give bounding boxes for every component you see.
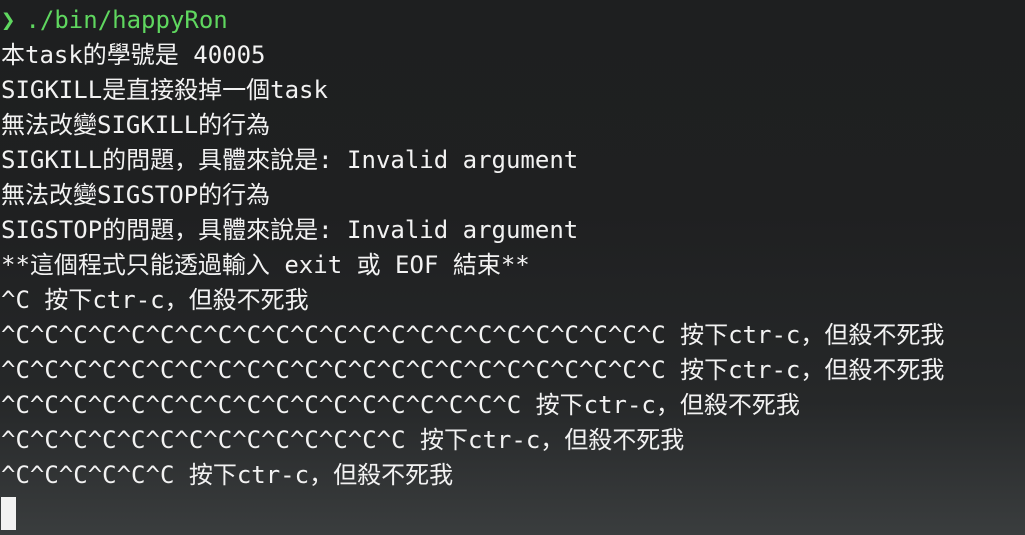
prompt-line: ❯ ./bin/happyRon	[0, 3, 1025, 38]
terminal-window[interactable]: ❯ ./bin/happyRon 本task的學號是 40005 SIGKILL是…	[0, 0, 1025, 535]
output-line: SIGSTOP的問題，具體來說是: Invalid argument	[1, 216, 579, 244]
output-line: SIGKILL的問題，具體來說是: Invalid argument	[1, 146, 579, 174]
output-line: 無法改變SIGSTOP的行為	[1, 181, 271, 209]
prompt-command: ./bin/happyRon	[25, 6, 228, 34]
output-line: **這個程式只能透過輸入 exit 或 EOF 結束**	[1, 251, 530, 279]
output-line: 本task的學號是 40005	[1, 41, 266, 69]
output-line: ^C^C^C^C^C^C^C^C^C^C^C^C^C^C 按下ctr-c，但殺不…	[1, 426, 685, 454]
output-line: ^C 按下ctr-c，但殺不死我	[1, 286, 309, 314]
prompt-arrow-icon: ❯	[1, 6, 16, 34]
output-line: ^C^C^C^C^C^C^C^C^C^C^C^C^C^C^C^C^C^C 按下c…	[1, 391, 800, 419]
input-line[interactable]	[0, 493, 1025, 530]
output-line: 無法改變SIGKILL的行為	[1, 111, 271, 139]
output-line: SIGKILL是直接殺掉一個task	[1, 76, 328, 104]
output-line: ^C^C^C^C^C^C^C^C^C^C^C^C^C^C^C^C^C^C^C^C…	[1, 356, 945, 384]
text-cursor[interactable]	[1, 496, 16, 530]
output-line: ^C^C^C^C^C^C^C^C^C^C^C^C^C^C^C^C^C^C^C^C…	[1, 321, 945, 349]
output-line: ^C^C^C^C^C^C 按下ctr-c，但殺不死我	[1, 461, 454, 489]
